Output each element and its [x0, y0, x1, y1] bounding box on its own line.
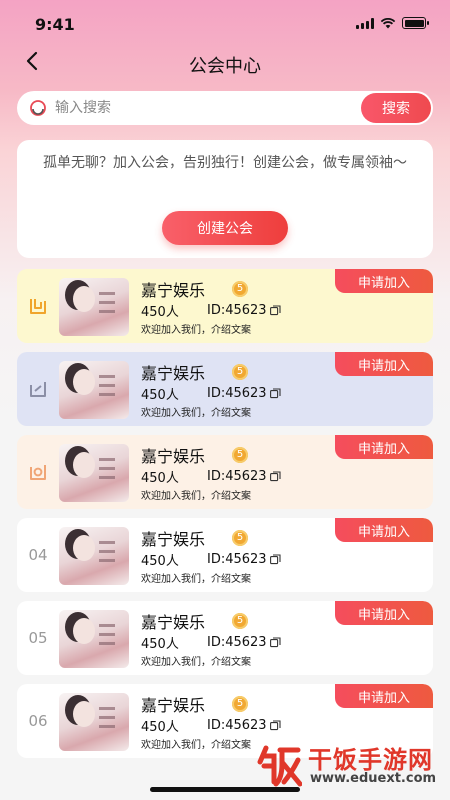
rank-badge: [25, 374, 51, 404]
copy-icon[interactable]: [269, 720, 281, 731]
guild-meta: 450人 ID:45623: [141, 384, 281, 403]
status-time: 9:41: [35, 15, 75, 34]
guild-id[interactable]: ID:45623: [207, 303, 281, 318]
guild-description: 欢迎加入我们，介绍文案: [141, 408, 251, 419]
guild-name: 嘉宁娱乐: [141, 530, 206, 549]
guild-name: 嘉宁娱乐: [141, 696, 206, 715]
level-badge-icon: 5: [232, 613, 248, 629]
gold-medal-icon: [30, 299, 46, 314]
guild-id[interactable]: ID:45623: [207, 386, 281, 401]
watermark: 干饭手游网 www.eduext.com: [256, 738, 446, 794]
page-title: 公会中心: [189, 56, 261, 77]
guild-avatar: [59, 610, 129, 668]
search-bar: 搜索: [17, 91, 433, 125]
create-guild-card: 孤单无聊？加入公会，告别独行！创建公会，做专属领袖～ 创建公会: [17, 140, 433, 258]
guild-description: 欢迎加入我们，介绍文案: [141, 657, 251, 668]
status-icons: [356, 17, 429, 29]
copy-icon[interactable]: [269, 305, 281, 316]
guild-card[interactable]: 05 嘉宁娱乐 5 450人 ID:45623 欢迎加入我们，介绍文案 申请加入: [17, 601, 433, 675]
guild-description: 欢迎加入我们，介绍文案: [141, 740, 251, 751]
apply-join-button[interactable]: 申请加入: [335, 518, 433, 542]
guild-id[interactable]: ID:45623: [207, 469, 281, 484]
cellular-signal-icon: [356, 17, 374, 29]
guild-avatar: [59, 278, 129, 336]
guild-card[interactable]: 嘉宁娱乐 5 450人 ID:45623 欢迎加入我们，介绍文案 申请加入: [17, 352, 433, 426]
battery-icon: [402, 17, 429, 29]
copy-icon[interactable]: [269, 637, 281, 648]
member-count: 450人: [141, 388, 179, 403]
member-count: 450人: [141, 554, 179, 569]
member-count: 450人: [141, 305, 179, 320]
guild-meta: 450人 ID:45623: [141, 301, 281, 320]
guild-avatar: [59, 444, 129, 502]
status-bar: 9:41: [0, 0, 450, 46]
copy-icon[interactable]: [269, 554, 281, 565]
level-badge-icon: 5: [232, 447, 248, 463]
guild-id-text: ID:45623: [207, 552, 267, 567]
home-indicator: [150, 787, 300, 792]
guild-card[interactable]: 嘉宁娱乐 5 450人 ID:45623 欢迎加入我们，介绍文案 申请加入: [17, 435, 433, 509]
member-count: 450人: [141, 471, 179, 486]
guild-name: 嘉宁娱乐: [141, 613, 206, 632]
guild-description: 欢迎加入我们，介绍文案: [141, 491, 251, 502]
rank-number: 05: [28, 629, 48, 647]
level-badge-icon: 5: [232, 696, 248, 712]
promo-text: 孤单无聊？加入公会，告别独行！创建公会，做专属领袖～: [43, 155, 407, 171]
level-badge-icon: 5: [232, 281, 248, 297]
guild-id-text: ID:45623: [207, 635, 267, 650]
guild-avatar: [59, 527, 129, 585]
rank-badge: [25, 457, 51, 487]
apply-join-button[interactable]: 申请加入: [335, 352, 433, 376]
apply-join-button[interactable]: 申请加入: [335, 269, 433, 293]
guild-name: 嘉宁娱乐: [141, 447, 206, 466]
member-count: 450人: [141, 720, 179, 735]
guild-name: 嘉宁娱乐: [141, 281, 206, 300]
level-badge-icon: 5: [232, 530, 248, 546]
guild-id[interactable]: ID:45623: [207, 635, 281, 650]
watermark-url: www.eduext.com: [310, 771, 437, 786]
apply-join-button[interactable]: 申请加入: [335, 601, 433, 625]
guild-id-text: ID:45623: [207, 469, 267, 484]
copy-icon[interactable]: [269, 388, 281, 399]
guild-id-text: ID:45623: [207, 303, 267, 318]
wifi-icon: [380, 18, 396, 29]
apply-join-button[interactable]: 申请加入: [335, 684, 433, 708]
rank-number: 04: [28, 546, 48, 564]
guild-name: 嘉宁娱乐: [141, 364, 206, 383]
guild-meta: 450人 ID:45623: [141, 467, 281, 486]
guild-description: 欢迎加入我们，介绍文案: [141, 325, 251, 336]
nav-bar: 公会中心: [0, 44, 450, 80]
watermark-title: 干饭手游网: [308, 746, 433, 774]
search-button[interactable]: 搜索: [361, 93, 431, 123]
search-input[interactable]: [55, 91, 355, 125]
apply-join-button[interactable]: 申请加入: [335, 435, 433, 459]
guild-list: 嘉宁娱乐 5 450人 ID:45623 欢迎加入我们，介绍文案 申请加入 嘉宁…: [17, 269, 433, 767]
member-count: 450人: [141, 637, 179, 652]
create-guild-button[interactable]: 创建公会: [162, 211, 288, 245]
copy-icon[interactable]: [269, 471, 281, 482]
level-badge-icon: 5: [232, 364, 248, 380]
guild-id[interactable]: ID:45623: [207, 552, 281, 567]
guild-card[interactable]: 04 嘉宁娱乐 5 450人 ID:45623 欢迎加入我们，介绍文案 申请加入: [17, 518, 433, 592]
guild-id-text: ID:45623: [207, 386, 267, 401]
bronze-medal-icon: [30, 465, 46, 480]
guild-avatar: [59, 693, 129, 751]
search-icon: [30, 100, 46, 116]
guild-avatar: [59, 361, 129, 419]
guild-description: 欢迎加入我们，介绍文案: [141, 574, 251, 585]
rank-number: 06: [28, 712, 48, 730]
guild-meta: 450人 ID:45623: [141, 716, 281, 735]
guild-id[interactable]: ID:45623: [207, 718, 281, 733]
guild-id-text: ID:45623: [207, 718, 267, 733]
guild-meta: 450人 ID:45623: [141, 550, 281, 569]
guild-meta: 450人 ID:45623: [141, 633, 281, 652]
silver-medal-icon: [30, 382, 46, 397]
watermark-logo-icon: [257, 745, 302, 787]
guild-card[interactable]: 嘉宁娱乐 5 450人 ID:45623 欢迎加入我们，介绍文案 申请加入: [17, 269, 433, 343]
rank-badge: [25, 291, 51, 321]
